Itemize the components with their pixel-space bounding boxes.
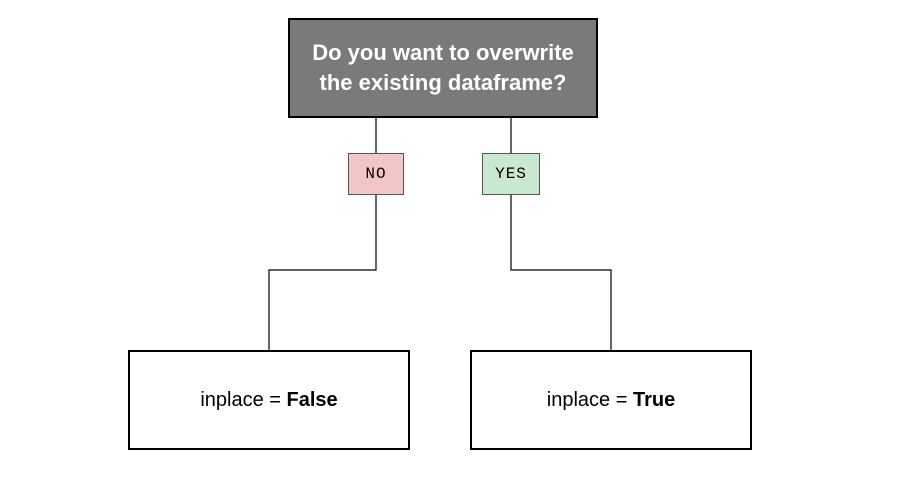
result-false-param: inplace = — [200, 389, 286, 411]
result-false-value: False — [287, 389, 338, 411]
result-true-value: True — [633, 389, 675, 411]
result-true-box: inplace = True — [470, 350, 752, 450]
choice-yes: YES — [482, 153, 540, 195]
result-true-param: inplace = — [547, 389, 633, 411]
choice-no: NO — [348, 153, 404, 195]
result-false-box: inplace = False — [128, 350, 410, 450]
choice-no-label: NO — [365, 165, 386, 183]
question-box: Do you want to overwrite the existing da… — [288, 18, 598, 118]
question-text: Do you want to overwrite the existing da… — [310, 38, 576, 97]
choice-yes-label: YES — [495, 165, 527, 183]
